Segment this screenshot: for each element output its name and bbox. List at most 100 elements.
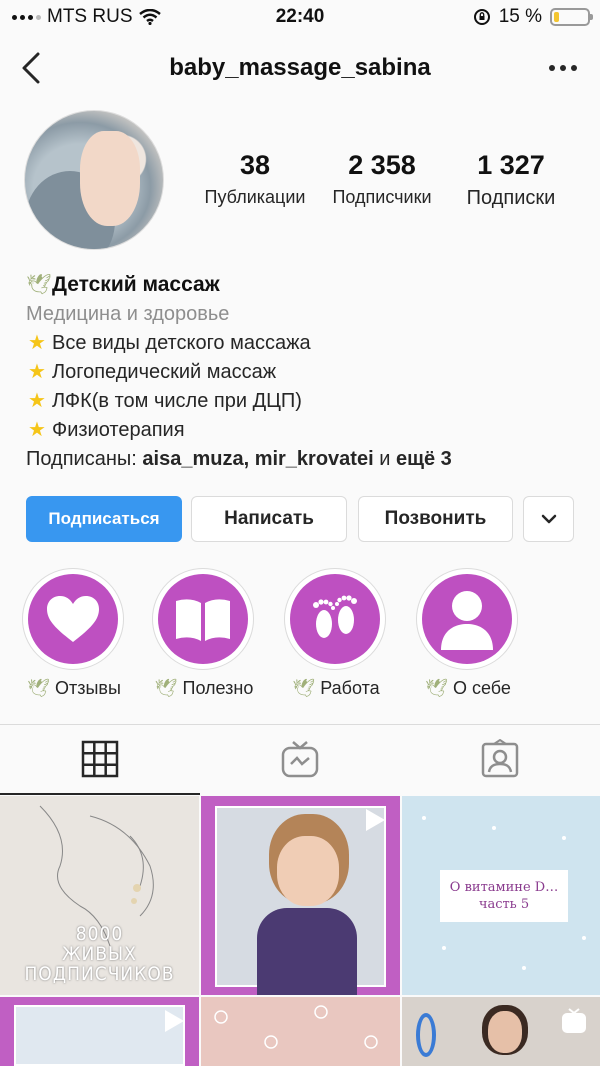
highlight-label-text: О себе bbox=[452, 678, 511, 698]
star-icon: ★ bbox=[28, 419, 46, 441]
pattern-dot bbox=[492, 826, 496, 830]
highlight-cover bbox=[158, 574, 248, 664]
profile-bio: 🕊Детский массаж Медицина и здоровье ★ Все… bbox=[26, 270, 586, 474]
post-thumbnail[interactable] bbox=[0, 997, 199, 1066]
profile-username: baby_massage_sabina bbox=[169, 54, 431, 81]
battery-percent: 15 % bbox=[498, 6, 542, 27]
pattern-dot bbox=[522, 966, 526, 970]
pattern-dot bbox=[582, 936, 586, 940]
footprints-icon bbox=[313, 595, 357, 638]
photo-face bbox=[277, 836, 339, 906]
bio-line-text: Логопедический массаж bbox=[52, 361, 277, 383]
follow-button[interactable]: Подписаться bbox=[26, 496, 182, 542]
bio-name: Детский массаж bbox=[52, 273, 220, 296]
floral-pattern bbox=[214, 1005, 378, 1049]
highlight-reviews[interactable]: 🕊 Отзывы bbox=[22, 568, 126, 699]
dove-icon: 🕊 bbox=[154, 678, 178, 698]
pattern-dot bbox=[442, 946, 446, 950]
post-thumbnail[interactable] bbox=[402, 997, 600, 1066]
dove-icon: 🕊 bbox=[425, 678, 448, 698]
status-bar: MTS RUS 22:40 15 % bbox=[0, 0, 600, 34]
stat-posts-value: 38 bbox=[239, 150, 271, 180]
highlight-label: 🕊 Отзывы bbox=[12, 678, 136, 699]
chevron-down-icon bbox=[541, 514, 556, 524]
highlight-work[interactable]: 🕊 Работа bbox=[284, 568, 388, 699]
battery-level bbox=[554, 12, 559, 22]
bio-line-text: Все виды детского массажа bbox=[52, 332, 311, 354]
post-thumbnail[interactable] bbox=[201, 997, 400, 1066]
bio-line: ★ ЛФК(в том числе при ДЦП) bbox=[26, 387, 586, 416]
stat-posts[interactable]: 38 Публикации bbox=[196, 150, 314, 208]
highlight-ring bbox=[416, 568, 518, 670]
battery-icon bbox=[550, 8, 593, 26]
highlight-label-text: Работа bbox=[320, 678, 380, 698]
star-icon: ★ bbox=[28, 390, 46, 412]
message-button[interactable]: Написать bbox=[191, 496, 347, 542]
post-thumbnail[interactable]: 8000 ЖИВЫХ ПОДПИСЧИКОВ bbox=[0, 796, 199, 995]
profile-tabs bbox=[0, 724, 600, 795]
igtv-badge-icon bbox=[562, 1008, 586, 1033]
highlight-cover bbox=[422, 574, 512, 664]
bio-line: ★ Логопедический массаж bbox=[26, 358, 586, 387]
stat-followers-label: Подписчики bbox=[332, 187, 432, 207]
highlight-cover bbox=[290, 574, 380, 664]
highlight-label: 🕊 Работа bbox=[274, 678, 398, 699]
stat-followers[interactable]: 2 358 Подписчики bbox=[322, 150, 442, 208]
photo-gym-ring bbox=[416, 1013, 436, 1057]
book-icon bbox=[176, 599, 230, 641]
followed-by-user[interactable]: mir_krovatei bbox=[255, 448, 374, 470]
dove-icon: 🕊 bbox=[292, 678, 316, 698]
stat-followers-value: 2 358 bbox=[348, 150, 416, 180]
suggested-dropdown-button[interactable] bbox=[523, 496, 574, 542]
highlight-about[interactable]: 🕊 О себе bbox=[416, 568, 520, 699]
followed-by-more[interactable]: ещё 3 bbox=[396, 448, 452, 470]
avatar[interactable] bbox=[24, 110, 164, 250]
nav-bar: baby_massage_sabina bbox=[0, 40, 600, 96]
highlight-label-text: Отзывы bbox=[54, 678, 121, 698]
post-overlay-text: О витамине D… часть 5 bbox=[440, 870, 568, 922]
bio-line: ★ Все виды детского массажа bbox=[26, 329, 586, 358]
bio-name-row: 🕊Детский массаж bbox=[26, 270, 586, 300]
igtv-icon[interactable] bbox=[280, 739, 320, 779]
highlight-label-text: Полезно bbox=[182, 678, 254, 698]
star-icon: ★ bbox=[28, 361, 46, 383]
stat-following[interactable]: 1 327 Подписки bbox=[452, 150, 570, 210]
orientation-lock-icon bbox=[473, 9, 490, 25]
more-options-icon[interactable] bbox=[546, 54, 580, 82]
bio-category: Медицина и здоровье bbox=[26, 303, 230, 325]
post-thumbnail[interactable] bbox=[201, 796, 400, 995]
highlight-cover bbox=[28, 574, 118, 664]
highlight-useful[interactable]: 🕊 Полезно bbox=[152, 568, 256, 699]
photo-face bbox=[488, 1011, 522, 1053]
star-icon: ★ bbox=[28, 332, 46, 354]
tagged-icon[interactable] bbox=[480, 739, 520, 779]
stat-posts-label: Публикации bbox=[204, 187, 306, 207]
followed-by[interactable]: Подписаны: aisa_muza, mir_krovatei и ещё… bbox=[26, 445, 586, 474]
followed-by-user[interactable]: aisa_muza bbox=[142, 448, 243, 470]
active-tab-indicator bbox=[0, 793, 200, 795]
followed-by-prefix: Подписаны: bbox=[26, 448, 143, 470]
avatar-baby bbox=[80, 131, 140, 226]
pattern-dot bbox=[422, 816, 426, 820]
bio-line: ★ Физиотерапия bbox=[26, 416, 586, 445]
stat-following-label: Подписки bbox=[466, 187, 556, 209]
status-right: 15 % bbox=[473, 6, 593, 28]
video-play-icon bbox=[165, 1010, 184, 1032]
dove-icon: 🕊 bbox=[26, 274, 52, 296]
followed-by-sep: , bbox=[243, 448, 255, 470]
highlight-ring bbox=[22, 568, 124, 670]
grid-icon[interactable] bbox=[80, 739, 120, 779]
photo-dress bbox=[257, 908, 357, 995]
video-play-icon bbox=[366, 809, 385, 831]
highlight-ring bbox=[152, 568, 254, 670]
call-button[interactable]: Позвонить bbox=[358, 496, 513, 542]
bio-line-text: ЛФК(в том числе при ДЦП) bbox=[52, 390, 302, 412]
stat-following-value: 1 327 bbox=[477, 150, 545, 180]
highlight-label: 🕊 Полезно bbox=[142, 678, 266, 699]
highlight-ring bbox=[284, 568, 386, 670]
dove-icon: 🕊 bbox=[27, 678, 50, 698]
pattern-dot bbox=[562, 836, 566, 840]
bio-line-text: Физиотерапия bbox=[52, 419, 185, 441]
post-overlay-text: 8000 ЖИВЫХ ПОДПИСЧИКОВ bbox=[24, 923, 175, 985]
post-thumbnail[interactable]: О витамине D… часть 5 bbox=[402, 796, 600, 995]
